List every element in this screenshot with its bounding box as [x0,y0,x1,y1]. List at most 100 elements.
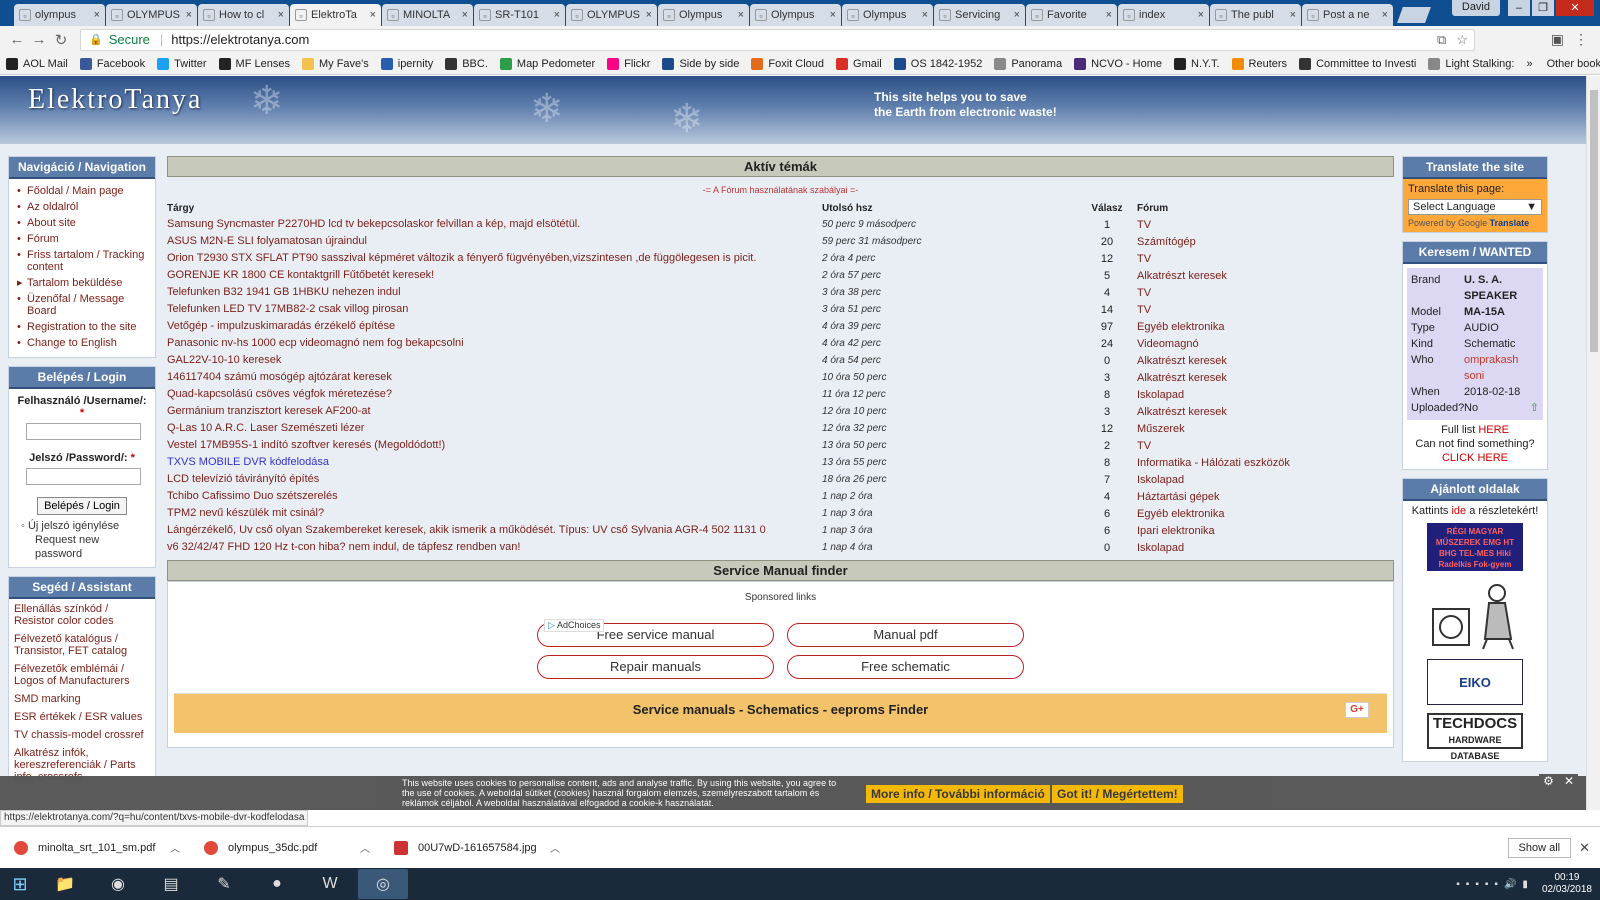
topic-subject-link[interactable]: Telefunken B32 1941 GB 1HBKU nehezen ind… [167,284,822,301]
topic-forum-link[interactable]: TV [1137,437,1394,454]
browser-tab[interactable]: ▫ SR-T101 × [474,4,565,26]
topic-subject-link[interactable]: GAL22V-10-10 keresek [167,352,822,369]
profile-button[interactable]: David [1451,0,1500,16]
browser-tab[interactable]: ▫ ElektroTa × [290,4,381,26]
nav-item[interactable]: Üzenőfal / Message Board [17,291,151,319]
topic-subject-link[interactable]: 146117404 számú mosógép ajtózárat kerese… [167,369,822,386]
assistant-link[interactable]: SMD marking [14,693,150,705]
translate-link[interactable]: Translate [1490,218,1530,228]
close-tab-icon[interactable]: × [646,9,652,21]
topic-forum-link[interactable]: Alkatrészt keresek [1137,403,1394,420]
wanted-value[interactable]: omprakash soni [1464,352,1539,384]
pen-app-icon[interactable]: ✎ [199,869,249,899]
bookmark-item[interactable]: NCVO - Home [1074,57,1162,70]
bookmark-item[interactable]: My Fave's [301,57,369,70]
repairman-cartoon-banner[interactable] [1427,579,1523,651]
topic-forum-link[interactable]: Ipari elektronika [1137,522,1394,539]
bookmark-item[interactable]: Side by side [662,57,739,70]
click-here-link[interactable]: CLICK HERE [1407,451,1543,465]
close-tab-icon[interactable]: × [1382,9,1388,21]
topic-subject-link[interactable]: Q-Las 10 A.R.C. Laser Szemészeti lézer [167,420,822,437]
minimize-button[interactable]: – [1508,0,1530,16]
nav-item[interactable]: About site [17,215,151,231]
show-all-button[interactable]: Show all [1507,837,1572,858]
topic-subject-link[interactable]: v6 32/42/47 FHD 120 Hz t-con hiba? nem i… [167,539,822,556]
close-tab-icon[interactable]: × [922,9,928,21]
password-input[interactable] [26,468,141,485]
bookmark-item[interactable]: ipernity [380,57,433,70]
nav-item[interactable]: Tartalom beküldése [17,275,151,291]
topic-forum-link[interactable]: Alkatrészt keresek [1137,352,1394,369]
tray-icon[interactable]: ▪ [1466,879,1470,890]
sponsored-link-button[interactable]: Manual pdf [787,623,1024,647]
topic-forum-link[interactable]: TV [1137,250,1394,267]
topic-forum-link[interactable]: Egyéb elektronika [1137,505,1394,522]
topic-subject-link[interactable]: TXVS MOBILE DVR kódfelodása [167,454,822,471]
gear-icon[interactable]: ⚙ [1543,774,1554,788]
tray-icon[interactable]: ▪ [1494,879,1498,890]
scrollbar-thumb[interactable] [1590,90,1598,352]
download-item[interactable]: olympus_35dc.pdf ︿ [190,840,380,855]
browser-tab[interactable]: ▫ The publ × [1210,4,1301,26]
topic-subject-link[interactable]: Vestel 17MB95S-1 indító szoftver keresés… [167,437,822,454]
browser-tab[interactable]: ▫ OLYMPUS × [566,4,657,26]
paint-app-icon[interactable]: ● [252,869,302,899]
topic-forum-link[interactable]: TV [1137,301,1394,318]
clock[interactable]: 00:19 02/03/2018 [1542,872,1592,896]
download-item[interactable]: minolta_srt_101_sm.pdf ︿ [0,840,190,855]
new-tab-button[interactable] [1397,7,1431,23]
close-tab-icon[interactable]: × [554,9,560,21]
assistant-link[interactable]: Ellenállás színkód / Resistor color code… [14,603,150,627]
browser-tab[interactable]: ▫ Olympus × [750,4,841,26]
close-tab-icon[interactable]: × [370,9,376,21]
forum-rules-link[interactable]: -= A Fórum használatának szabályai =- [167,185,1394,195]
nav-item[interactable]: Registration to the site [17,319,151,335]
word-icon[interactable]: W [305,869,355,899]
app-icon[interactable]: ◉ [93,869,143,899]
topic-forum-link[interactable]: TV [1137,216,1394,233]
topic-subject-link[interactable]: ASUS M2N-E SLI folyamatosan újraindul [167,233,822,250]
volume-icon[interactable]: 🔊 [1504,879,1516,890]
tray-icon[interactable]: ▪ [1485,879,1489,890]
browser-tab[interactable]: ▫ index × [1118,4,1209,26]
close-tab-icon[interactable]: × [1014,9,1020,21]
topic-subject-link[interactable]: Lángérzékelő, Uv cső olyan Szakembereket… [167,522,822,539]
address-bar[interactable]: 🔒 Secure | https://elektrotanya.com ⧉ ☆ [80,28,1475,51]
tray-icon[interactable]: ▪ [1475,879,1479,890]
browser-tab[interactable]: ▫ Favorite × [1026,4,1117,26]
eiko-banner[interactable]: EIKO [1427,659,1523,705]
maximize-button[interactable]: ❐ [1532,0,1554,16]
bookmark-item[interactable]: Committee to Investi [1299,57,1416,70]
other-bookmarks[interactable]: Other bookmarks [1547,58,1600,70]
assistant-link[interactable]: TV chassis-model crossref [14,729,150,741]
full-list-link[interactable]: HERE [1478,424,1509,436]
bookmark-item[interactable]: N.Y.T. [1174,57,1220,70]
bookmark-item[interactable]: Reuters [1231,57,1287,70]
adchoices-badge[interactable]: ▷ AdChoices [544,619,605,632]
bookmark-item[interactable]: Panorama [994,57,1062,70]
bookmark-item[interactable]: Facebook [79,57,145,70]
bookmark-item[interactable]: Light Stalking: [1428,57,1514,70]
topic-forum-link[interactable]: Videomagnó [1137,335,1394,352]
topic-forum-link[interactable]: Iskolapad [1137,539,1394,556]
download-item[interactable]: 00U7wD-161657584.jpg ︿ [380,840,570,855]
bookmark-item[interactable]: BBC. [445,57,488,70]
close-icon[interactable]: ✕ [1564,774,1574,788]
bookmark-item[interactable]: MF Lenses [218,57,290,70]
bookmark-item[interactable]: OS 1842-1952 [893,57,982,70]
close-tab-icon[interactable]: × [738,9,744,21]
topic-subject-link[interactable]: Telefunken LED TV 17MB82-2 csak villog p… [167,301,822,318]
chrome-icon[interactable]: ◎ [358,869,408,899]
close-tab-icon[interactable]: × [1106,9,1112,21]
file-explorer-icon[interactable]: 📁 [40,869,90,899]
browser-tab[interactable]: ▫ Olympus × [658,4,749,26]
network-icon[interactable]: ▮ [1522,879,1528,890]
bookmark-item[interactable]: AOL Mail [6,57,68,70]
chevron-up-icon[interactable]: ︿ [360,840,370,855]
page-scrollbar[interactable] [1586,76,1600,810]
bookmark-item[interactable]: Gmail [836,57,882,70]
browser-tab[interactable]: ▫ MINOLTA × [382,4,473,26]
close-tab-icon[interactable]: × [278,9,284,21]
assistant-link[interactable]: Félvezető katalógus / Transistor, FET ca… [14,633,150,657]
topic-subject-link[interactable]: Germánium tranzisztort keresek AF200-at [167,403,822,420]
